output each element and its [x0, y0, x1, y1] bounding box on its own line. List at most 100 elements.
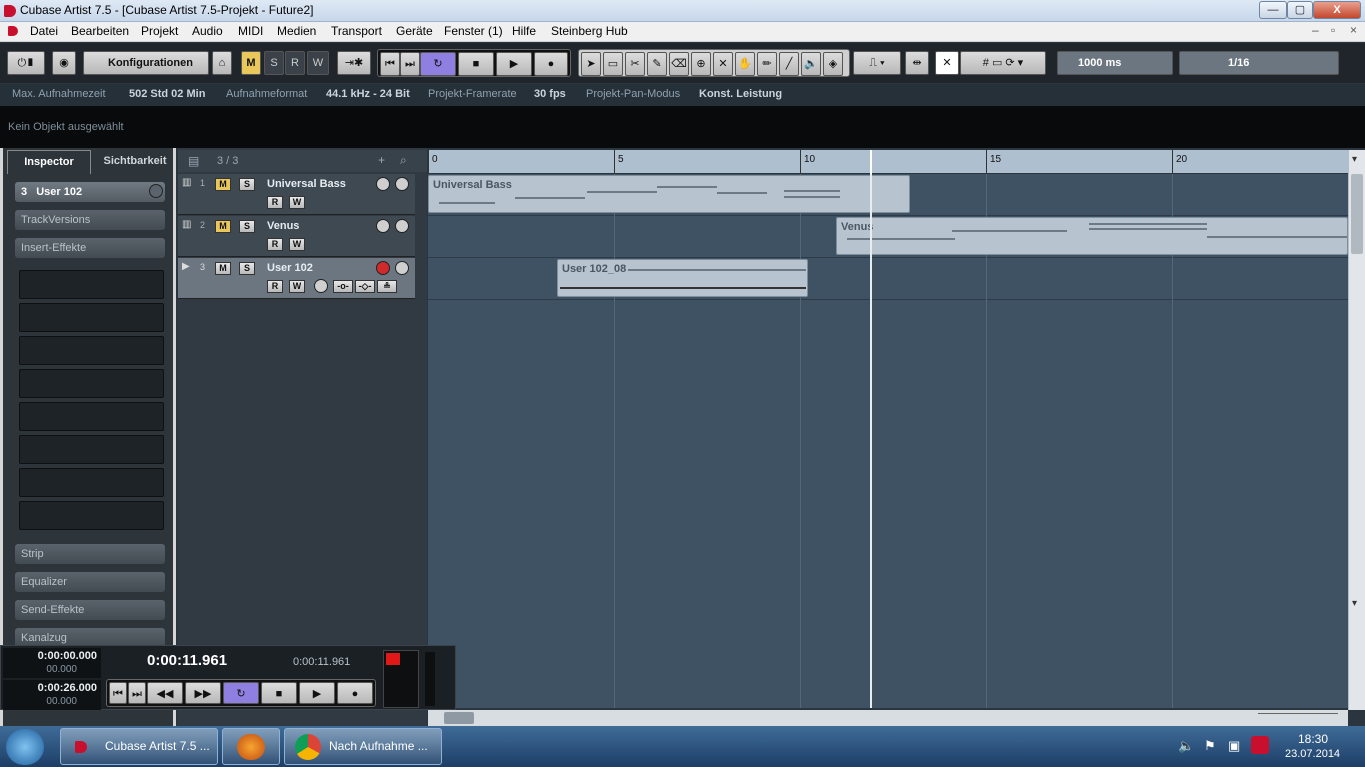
network-icon[interactable]: ▣ [1228, 738, 1240, 754]
clock-time[interactable]: 18:30 [1298, 732, 1328, 746]
menu-midi[interactable]: MIDI [238, 24, 263, 38]
insert-effects-section[interactable]: Insert-Effekte [15, 238, 165, 258]
track-row-selected[interactable]: ▶ 3 M S User 102 R W -o- -◇- ≗ [178, 258, 415, 299]
expand-track-icon[interactable]: ▶ [182, 261, 190, 272]
crosshair-icon[interactable]: ✕ [935, 51, 959, 75]
track-name[interactable]: Universal Bass [267, 178, 346, 190]
mute-mode-button[interactable]: M [241, 51, 261, 75]
app-tray-icon[interactable] [1251, 736, 1269, 754]
midi-part[interactable]: User 102_08 [557, 259, 808, 297]
configurations-dropdown[interactable]: Konfigurationen [83, 51, 209, 75]
send-effects-section[interactable]: Send-Effekte [15, 600, 165, 620]
timeline-ruler[interactable]: 0 5 10 15 20 [428, 150, 1348, 174]
event-display[interactable]: Universal Bass Venus User 102_08 [428, 174, 1348, 708]
stop-icon[interactable]: ■ [458, 52, 494, 76]
edit-instrument-icon[interactable] [314, 279, 328, 293]
monitor-icon[interactable] [395, 219, 409, 233]
info-value[interactable]: Konst. Leistung [699, 88, 782, 100]
app-menu-icon[interactable] [8, 26, 18, 36]
erase-tool-icon[interactable]: ⌫ [669, 52, 689, 76]
taskbar-item[interactable]: Cubase Artist 7.5 ... [60, 728, 218, 765]
color-tool-icon[interactable]: ◈ [823, 52, 843, 76]
lanes-icon[interactable]: -◇- [355, 280, 375, 293]
project-cursor[interactable] [870, 174, 872, 708]
fast-forward-icon[interactable]: ▶▶ [185, 682, 221, 704]
activate-project-button[interactable]: ⏻▮ [7, 51, 45, 75]
read-mode-button[interactable]: R [285, 51, 305, 75]
scroll-down-icon[interactable]: ▾ [1352, 598, 1357, 609]
menu-transport[interactable]: Transport [331, 24, 382, 38]
quantize-dropdown[interactable]: 1/16 [1179, 51, 1339, 75]
goto-start-icon[interactable]: ⏮ [380, 52, 400, 76]
clip-indicator[interactable] [386, 653, 400, 665]
maximize-button[interactable]: ▢ [1287, 1, 1313, 19]
volume-fader[interactable] [425, 652, 435, 706]
mute-button[interactable]: M [215, 220, 231, 233]
insert-slot[interactable] [19, 336, 164, 365]
pencil-tool-icon[interactable]: ✏ [757, 52, 777, 76]
insert-slot[interactable] [19, 369, 164, 398]
goto-start-icon[interactable]: ⏮ [109, 682, 127, 704]
record-enable-icon[interactable] [376, 177, 390, 191]
vertical-scrollbar[interactable]: ▾ ▾ [1348, 150, 1365, 710]
doc-close-icon[interactable]: × [1350, 23, 1357, 37]
constrain-delay-icon[interactable]: ◉ [52, 51, 76, 75]
flag-icon[interactable]: ⚑ [1204, 738, 1216, 754]
right-locator[interactable]: 0:00:26.000 00.000 [3, 680, 101, 710]
insert-slot[interactable] [19, 303, 164, 332]
grid-icon[interactable]: # ▭ ⟳ ▾ [960, 51, 1046, 75]
midi-part[interactable]: Universal Bass [428, 175, 910, 213]
read-button[interactable]: R [267, 196, 283, 209]
stop-icon[interactable]: ■ [261, 682, 297, 704]
goto-end-icon[interactable]: ⏭ [128, 682, 146, 704]
write-button[interactable]: W [289, 238, 305, 251]
grid-time-dropdown[interactable]: 1000 ms [1057, 51, 1173, 75]
menu-medien[interactable]: Medien [277, 24, 316, 38]
cycle-icon[interactable]: ↻ [420, 52, 456, 76]
minimize-button[interactable]: — [1259, 1, 1287, 19]
doc-restore-icon[interactable]: ▫ [1331, 23, 1335, 37]
track-row[interactable]: ▥ 2 M S Venus R W [178, 216, 415, 257]
rewind-icon[interactable]: ◀◀ [147, 682, 183, 704]
tab-inspector[interactable]: Inspector [7, 150, 91, 174]
solo-mode-button[interactable]: S [264, 51, 284, 75]
monitor-icon[interactable] [395, 177, 409, 191]
menu-steinberg-hub[interactable]: Steinberg Hub [551, 24, 628, 38]
left-locator[interactable]: 0:00:00.000 00.000 [3, 648, 101, 678]
strip-section[interactable]: Strip [15, 544, 165, 564]
menu-geraete[interactable]: Geräte [396, 24, 433, 38]
insert-slot[interactable] [19, 501, 164, 530]
track-row[interactable]: ▥ 1 M S Universal Bass R W [178, 174, 415, 215]
record-enable-icon[interactable] [376, 219, 390, 233]
start-button[interactable] [6, 729, 44, 765]
read-button[interactable]: R [267, 280, 283, 293]
snap-icon[interactable]: ⇹ [905, 51, 929, 75]
trackversions-section[interactable]: TrackVersions [15, 210, 165, 230]
range-tool-icon[interactable]: ▭ [603, 52, 623, 76]
write-mode-button[interactable]: W [307, 51, 329, 75]
mute-button[interactable]: M [215, 262, 231, 275]
draw-tool-icon[interactable]: ✎ [647, 52, 667, 76]
insert-slot[interactable] [19, 270, 164, 299]
menu-audio[interactable]: Audio [192, 24, 223, 38]
split-tool-icon[interactable]: ✂ [625, 52, 645, 76]
line-tool-icon[interactable]: ╱ [779, 52, 799, 76]
write-button[interactable]: W [289, 280, 305, 293]
zoom-slider[interactable] [1258, 713, 1338, 723]
menu-fenster[interactable]: Fenster (1) [444, 24, 503, 38]
add-track-icon[interactable]: + [378, 153, 385, 167]
tab-sichtbarkeit[interactable]: Sichtbarkeit [93, 150, 177, 174]
volume-icon[interactable]: 🔈 [1178, 738, 1194, 754]
edit-channel-icon[interactable] [149, 184, 163, 198]
clock-date[interactable]: 23.07.2014 [1285, 748, 1340, 760]
info-value[interactable]: 30 fps [534, 88, 566, 100]
scroll-up-icon[interactable]: ▾ [1352, 154, 1357, 165]
monitor-icon[interactable] [395, 261, 409, 275]
speaker-tool-icon[interactable]: 🔈 [801, 52, 821, 76]
mute-button[interactable]: M [215, 178, 231, 191]
mute-tool-icon[interactable]: ✕ [713, 52, 733, 76]
menu-datei[interactable]: Datei [30, 24, 58, 38]
info-value[interactable]: 502 Std 02 Min [129, 88, 205, 100]
play-icon[interactable]: ▶ [496, 52, 532, 76]
insert-slot[interactable] [19, 402, 164, 431]
